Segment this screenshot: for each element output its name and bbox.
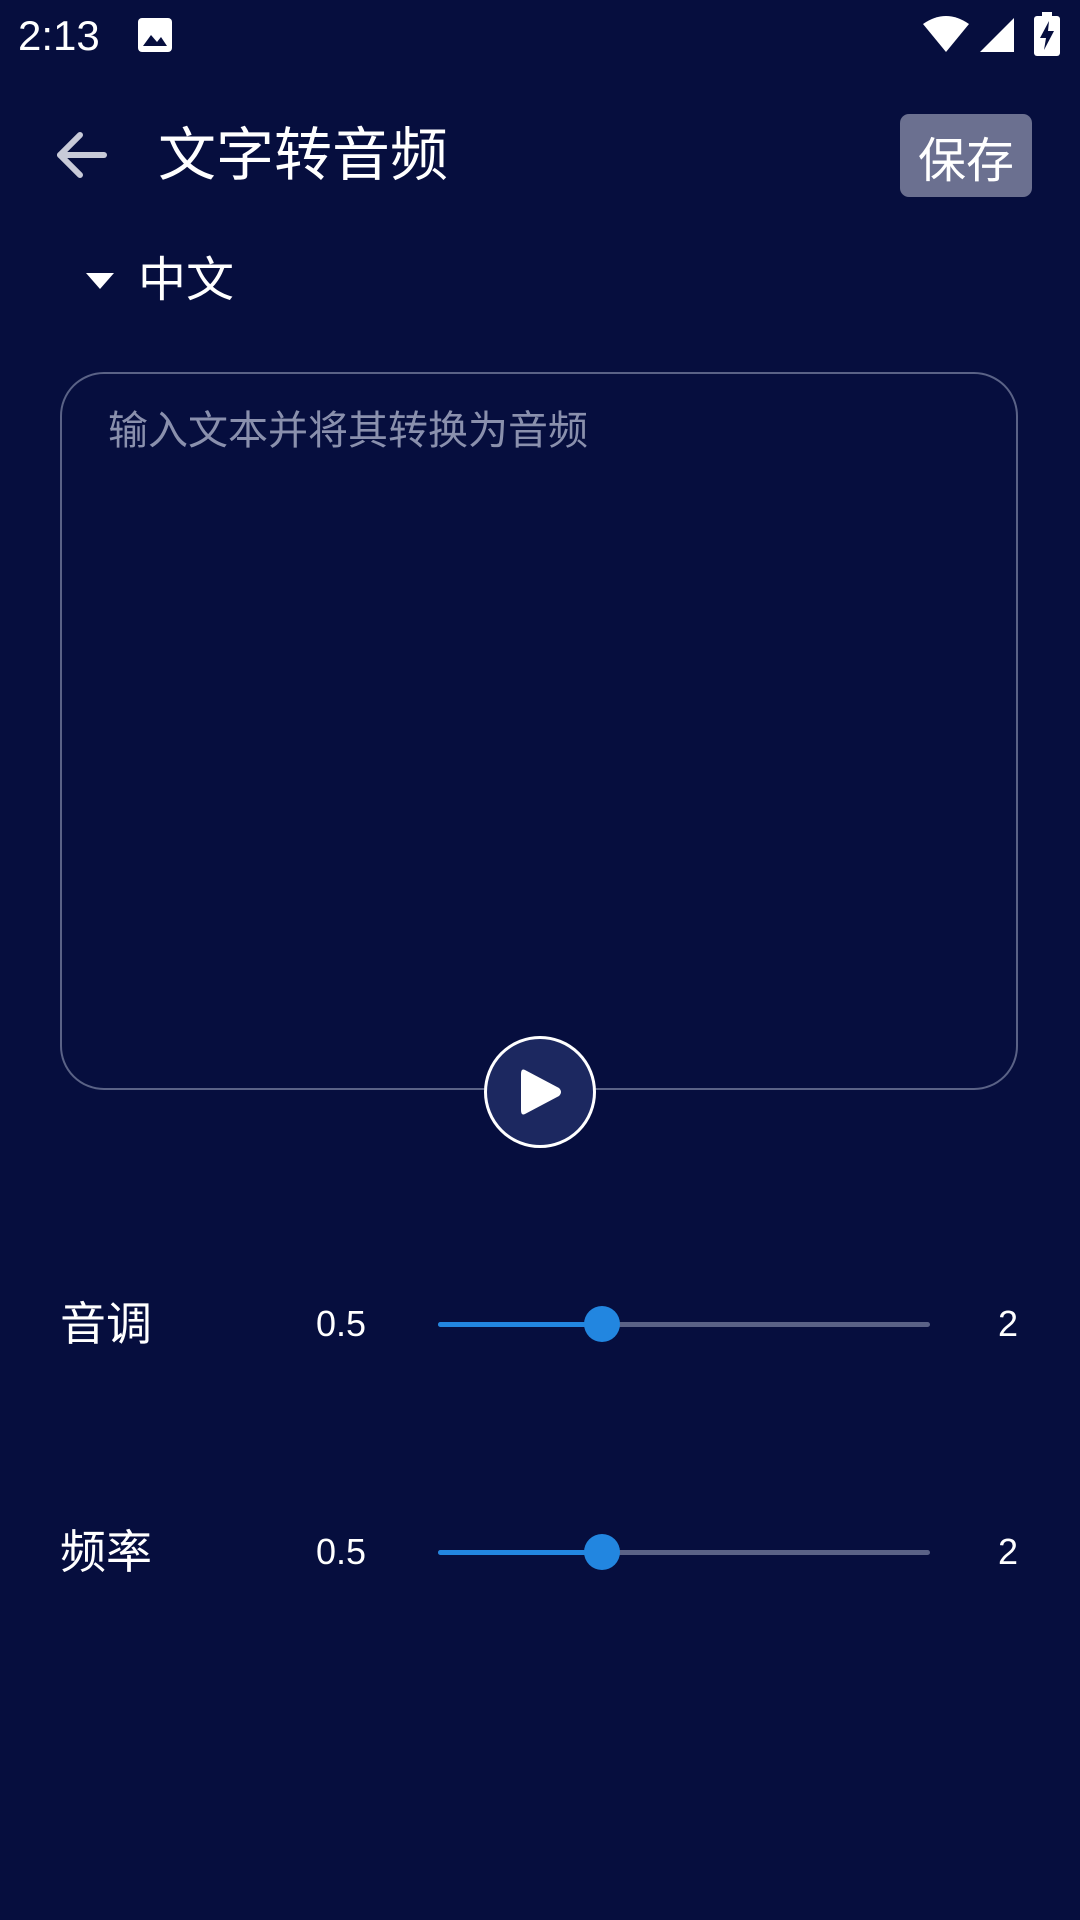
pitch-label: 音调 <box>60 1297 152 1351</box>
play-icon <box>521 1069 561 1115</box>
pitch-max-label: 2 <box>998 1303 1019 1344</box>
language-label: 中文 <box>138 252 235 308</box>
rate-max-label: 2 <box>998 1531 1019 1572</box>
status-bar: 2:13 <box>0 0 1080 72</box>
pitch-slider-thumb[interactable] <box>584 1306 620 1342</box>
image-icon <box>138 18 172 52</box>
rate-min-label: 0.5 <box>316 1531 367 1572</box>
pitch-min-label: 0.5 <box>316 1303 367 1344</box>
arrow-left-icon <box>57 132 107 178</box>
rate-slider-fill <box>438 1550 602 1555</box>
text-to-audio-screen: 2:13 文字转音频 保存 中文 输入文本并将其转换为音频 音调 0.5 2 频… <box>0 0 1080 1920</box>
triangle-down-icon <box>86 273 114 289</box>
rate-slider-row: 频率 0.5 2 <box>0 1512 1080 1592</box>
language-selector[interactable]: 中文 <box>84 248 234 312</box>
pitch-slider-fill <box>438 1322 602 1327</box>
page-title: 文字转音频 <box>158 121 449 189</box>
rate-slider-thumb[interactable] <box>584 1534 620 1570</box>
status-time: 2:13 <box>18 12 100 59</box>
play-button[interactable] <box>484 1036 596 1148</box>
signal-icon <box>980 18 1014 52</box>
pitch-slider-row: 音调 0.5 2 <box>0 1284 1080 1364</box>
back-button[interactable] <box>40 118 124 192</box>
battery-charging-icon <box>1034 12 1060 56</box>
rate-label: 频率 <box>60 1525 152 1579</box>
save-button[interactable]: 保存 <box>900 114 1032 197</box>
rate-slider[interactable] <box>438 1534 930 1570</box>
text-input[interactable] <box>60 372 1018 1090</box>
wifi-icon <box>923 16 969 52</box>
pitch-slider[interactable] <box>438 1306 930 1342</box>
